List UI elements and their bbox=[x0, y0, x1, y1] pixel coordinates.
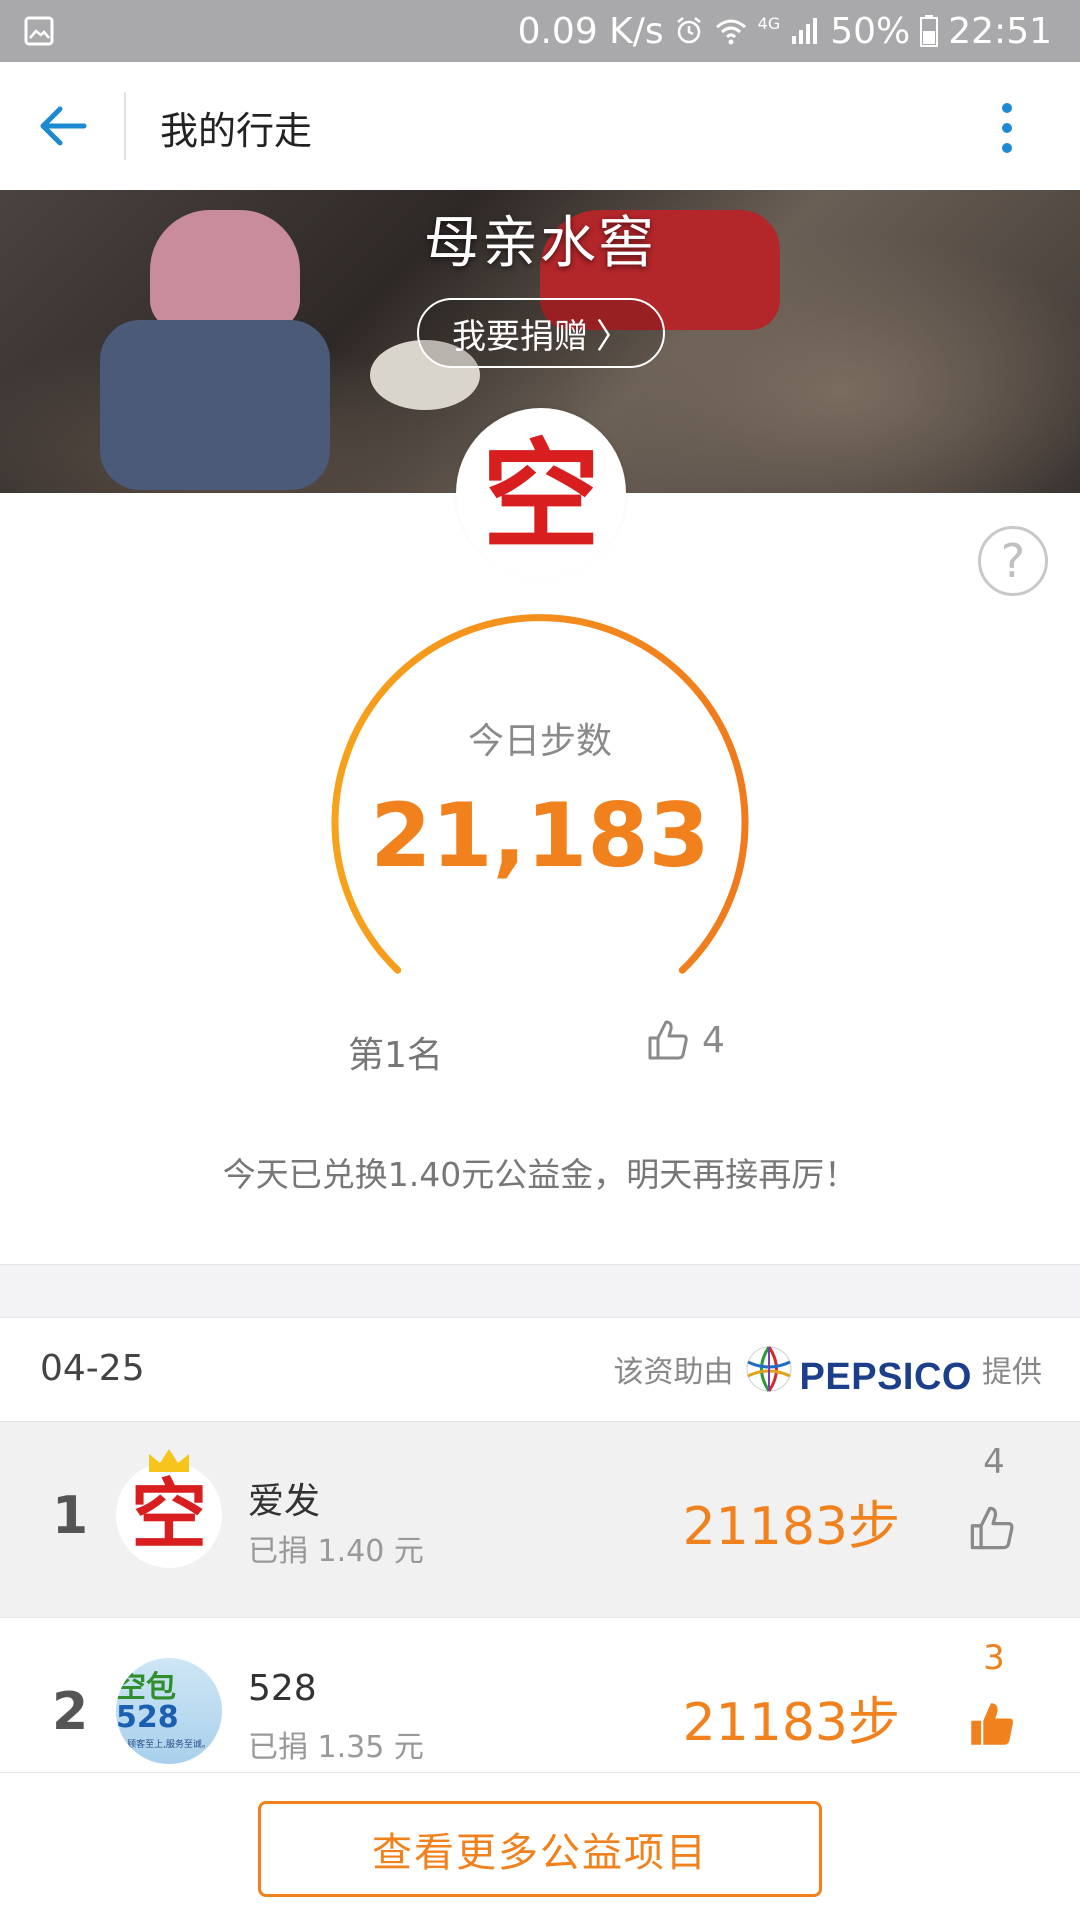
battery-icon bbox=[920, 15, 939, 47]
exchange-note: 今天已兑换1.40元公益金，明天再接再厉！ bbox=[222, 1155, 858, 1194]
help-button[interactable]: ? bbox=[978, 526, 1048, 596]
sponsor-prefix: 该资助由 bbox=[613, 1354, 734, 1390]
alarm-icon bbox=[674, 16, 704, 46]
app-bar: 我的行走 bbox=[0, 62, 1080, 190]
user-name: 爱发 bbox=[248, 1481, 321, 1522]
user-avatar-glyph: 空 bbox=[481, 426, 600, 565]
pepsico-wordmark: PEPSICO bbox=[799, 1356, 972, 1398]
donate-button[interactable]: 我要捐赠 〉 bbox=[417, 298, 665, 368]
banner-figure-left-body bbox=[100, 320, 330, 490]
signal-icon bbox=[790, 16, 820, 46]
status-indicators: 0.09 K/s 4G 50% 22:51 bbox=[518, 0, 1052, 62]
more-projects-button[interactable]: 查看更多公益项目 bbox=[258, 1801, 822, 1897]
thumbs-up-filled-icon[interactable] bbox=[968, 1700, 1016, 1748]
sponsor-suffix: 提供 bbox=[982, 1354, 1042, 1390]
network-type: 4G bbox=[757, 14, 781, 33]
user-avatar[interactable]: 空 bbox=[456, 408, 626, 578]
avatar-glyph: 空 bbox=[131, 1470, 207, 1559]
user-steps: 21183步 bbox=[682, 1693, 900, 1753]
pepsico-logo: PEPSICO bbox=[744, 1338, 972, 1399]
app-bar-divider bbox=[124, 92, 126, 160]
crown-icon bbox=[149, 1449, 189, 1472]
like-count: 3 bbox=[983, 1638, 1005, 1678]
gallery-icon bbox=[24, 16, 54, 46]
bottom-bar: 查看更多公益项目 bbox=[0, 1772, 1080, 1920]
battery-percent: 50% bbox=[830, 10, 911, 52]
network-speed: 0.09 K/s bbox=[517, 10, 664, 52]
user-steps: 21183步 bbox=[682, 1497, 900, 1557]
back-button[interactable] bbox=[34, 96, 94, 156]
like-stat[interactable]: 4 bbox=[646, 1018, 725, 1062]
donated-amount: 已捐 1.40 元 bbox=[248, 1534, 424, 1569]
donate-label: 我要捐赠 bbox=[452, 316, 588, 357]
chevron-right-icon: 〉 bbox=[596, 316, 630, 357]
sponsor-info: 该资助由 PEPSICO 提供 bbox=[614, 1338, 1042, 1399]
more-options-button[interactable] bbox=[990, 100, 1024, 156]
rank-number: 2 bbox=[52, 1682, 89, 1742]
pepsi-globe-icon bbox=[746, 1345, 792, 1392]
help-icon: ? bbox=[1000, 534, 1026, 588]
avatar[interactable]: 空 bbox=[116, 1462, 222, 1568]
avatar[interactable]: 空包528 顾客至上,服务至诚。 bbox=[116, 1658, 222, 1764]
wifi-icon bbox=[714, 16, 748, 46]
thumbs-up-icon[interactable] bbox=[968, 1504, 1016, 1552]
ranking-row[interactable]: 1 空 爱发 已捐 1.40 元 21183步 4 bbox=[0, 1422, 1080, 1618]
page-title: 我的行走 bbox=[160, 109, 313, 153]
section-separator bbox=[0, 1264, 1080, 1318]
like-count: 4 bbox=[983, 1442, 1005, 1482]
ranking-header: 04-25 该资助由 PEPSICO 提供 bbox=[0, 1318, 1080, 1422]
today-steps-label: 今日步数 bbox=[467, 721, 612, 762]
more-vertical-icon bbox=[1002, 103, 1012, 153]
avatar-text: 空包528 bbox=[116, 1669, 179, 1735]
avatar-slogan: 顾客至上,服务至诚。 bbox=[127, 1739, 211, 1750]
user-name: 528 bbox=[248, 1668, 317, 1709]
thumbs-up-icon bbox=[648, 1020, 688, 1060]
status-bar: 0.09 K/s 4G 50% 22:51 bbox=[0, 0, 1080, 62]
ranking-date: 04-25 bbox=[40, 1348, 145, 1389]
rank-position[interactable]: 第1名 bbox=[348, 1026, 443, 1078]
today-steps-value: 21,183 bbox=[370, 784, 710, 887]
like-count: 4 bbox=[702, 1019, 725, 1061]
back-arrow-icon bbox=[40, 106, 87, 146]
banner-title: 母亲水窖 bbox=[424, 211, 656, 276]
clock: 22:51 bbox=[948, 10, 1052, 52]
donated-amount: 已捐 1.35 元 bbox=[248, 1730, 424, 1765]
rank-number: 1 bbox=[52, 1486, 89, 1546]
